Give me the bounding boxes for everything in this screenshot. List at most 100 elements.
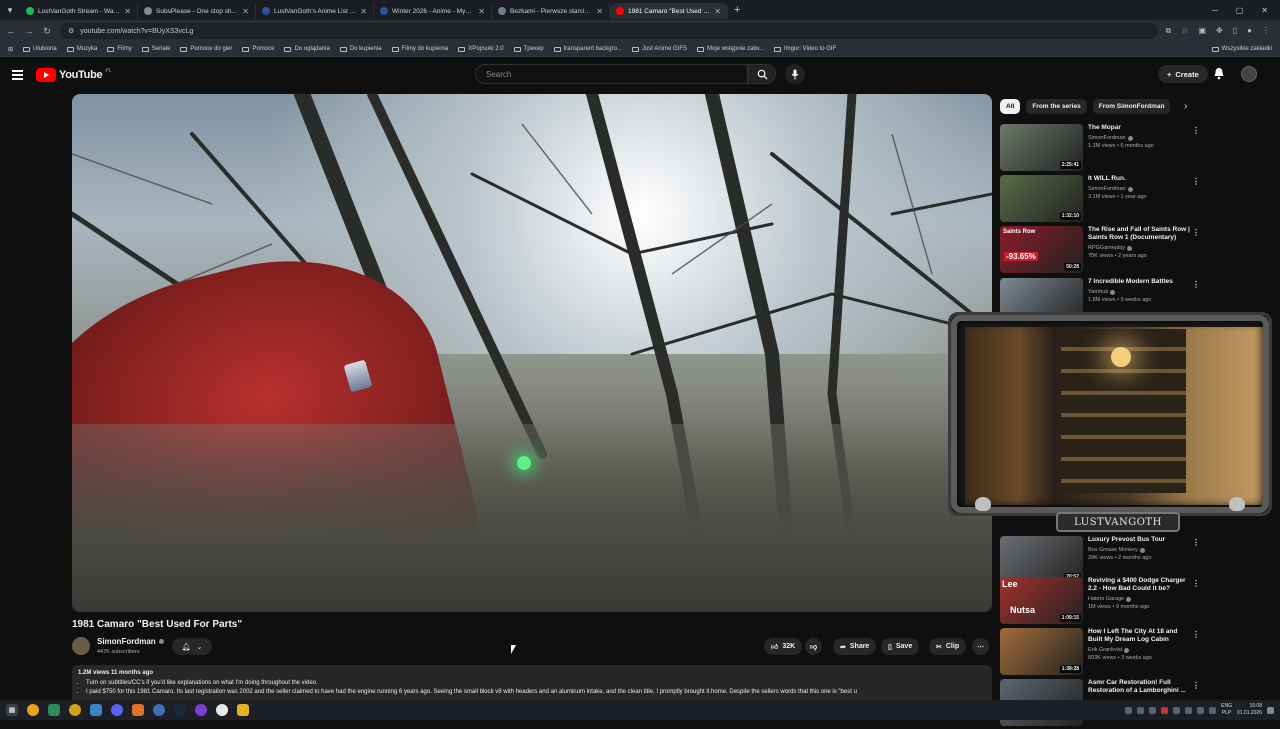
video-player[interactable] — [72, 94, 992, 612]
browser-tab[interactable]: SubsPlease - One stop shop fo ✕ — [138, 3, 256, 19]
channel-name[interactable]: Bus Grease Monkey — [1088, 547, 1192, 553]
video-thumbnail[interactable]: 2:25:41 — [1000, 124, 1083, 171]
windows-icon[interactable]: ▦ — [6, 704, 18, 716]
more-vertical-icon[interactable]: ⋮ — [1192, 177, 1200, 186]
video-description[interactable]: 1.2M views 11 months ago Turn on subtitl… — [72, 665, 992, 705]
obs-icon[interactable] — [195, 704, 207, 716]
recommended-video[interactable]: 1:38:28 How I Left The City At 18 and Bu… — [1000, 628, 1200, 678]
discord-icon[interactable] — [111, 704, 123, 716]
steam-icon[interactable] — [174, 704, 186, 716]
tray-icon[interactable] — [1161, 706, 1169, 714]
save-button[interactable]: ▯ Save — [881, 638, 920, 655]
channel-name[interactable]: Yarnhub — [1088, 289, 1192, 295]
filter-chip[interactable]: From the series — [1026, 99, 1087, 114]
maximize-icon[interactable]: ▢ — [1236, 6, 1244, 15]
bookmark-item[interactable]: Pomoce do gier — [180, 46, 232, 52]
app-green-icon[interactable] — [48, 704, 60, 716]
channel-name[interactable]: RPGGameplay — [1088, 245, 1192, 251]
channel-name[interactable]: Erik Grankvist — [1088, 647, 1192, 653]
forward-icon[interactable]: → — [24, 26, 34, 36]
video-thumbnail[interactable]: 1:32:10 — [1000, 175, 1083, 222]
voice-search-button[interactable] — [785, 64, 805, 84]
video-title[interactable]: It WILL Run. — [1088, 175, 1192, 183]
extension-icon[interactable]: ▣ — [1198, 26, 1206, 36]
channel-avatar[interactable] — [72, 637, 90, 655]
browser-tab[interactable]: LustVanGoth Stream - Watch L ✕ — [20, 3, 138, 19]
more-vertical-icon[interactable]: ⋮ — [1192, 538, 1200, 547]
back-icon[interactable]: ← — [6, 26, 16, 36]
browser-app-icon[interactable] — [153, 704, 165, 716]
app-blue-icon[interactable] — [90, 704, 102, 716]
channel-name[interactable]: SimonFordman — [1088, 186, 1192, 192]
minimize-icon[interactable]: ─ — [1212, 6, 1218, 15]
channel-name-link[interactable]: SimonFordman — [97, 637, 164, 646]
bookmark-item[interactable]: Pomoce — [242, 46, 274, 52]
close-window-icon[interactable]: ✕ — [1261, 6, 1268, 15]
bookmark-item[interactable]: Moje wstępnie zatw... — [696, 46, 764, 52]
more-actions-button[interactable]: ⋯ — [972, 638, 989, 655]
video-title[interactable]: Luxury Prevost Bus Tour — [1088, 536, 1192, 544]
new-tab-icon[interactable]: + — [734, 4, 740, 16]
close-tab-icon[interactable]: ✕ — [714, 7, 721, 16]
bookmark-item[interactable]: Ulubiona — [23, 46, 57, 52]
site-info-icon[interactable]: ⚙ — [68, 27, 74, 35]
filter-chip[interactable]: All — [1000, 99, 1021, 114]
account-avatar[interactable] — [1241, 66, 1257, 82]
tray-icon[interactable] — [1209, 706, 1217, 714]
video-title[interactable]: 7 Incredible Modern Battles — [1088, 278, 1192, 286]
notifications-icon[interactable] — [1213, 67, 1225, 85]
search-input[interactable]: Search — [475, 64, 748, 84]
browser-tab[interactable]: Winter 2026 - Anime - MyAnim ✕ — [374, 3, 492, 19]
bookmark-item[interactable]: Seriale — [141, 46, 170, 52]
bookmark-item[interactable]: XPopsuki 2.0 — [458, 46, 504, 52]
clip-button[interactable]: ✂ Clip — [929, 638, 967, 655]
like-button[interactable]: 👍︎ 32K — [764, 638, 803, 655]
video-title[interactable]: The Mopar — [1088, 124, 1192, 132]
more-vertical-icon[interactable]: ⋮ — [1192, 630, 1200, 639]
search-button[interactable] — [748, 64, 776, 84]
clock[interactable]: 16:08 01.01.2026 — [1237, 703, 1262, 717]
close-tab-icon[interactable]: ✕ — [124, 7, 131, 16]
tab-search-icon[interactable]: ▾ — [0, 0, 20, 20]
url-field[interactable]: ⚙ youtube.com/watch?v=BUyXS3vcLg — [60, 23, 1158, 39]
bookmark-item[interactable]: Filmy — [107, 46, 132, 52]
vlc-icon[interactable] — [132, 704, 144, 716]
subscription-bell-button[interactable]: 🔔︎ ⌄ — [172, 638, 212, 655]
browser-tab[interactable]: Bezkami - Pierwsze starcie / Th ✕ — [492, 3, 610, 19]
video-thumbnail[interactable]: 20:52 — [1000, 536, 1083, 583]
more-vertical-icon[interactable]: ⋮ — [1192, 126, 1200, 135]
recommended-video[interactable]: Lee Nutsa 1:09:15 Reviving a $400 Dodge C… — [1000, 577, 1200, 627]
bookmark-star-icon[interactable]: ☆ — [1181, 26, 1188, 36]
bookmark-item[interactable]: Do oglądania — [284, 46, 330, 52]
bookmark-item[interactable]: transparent backgro... — [553, 46, 622, 52]
recommended-video[interactable]: 1:32:10 It WILL Run. SimonFordman 3.1M v… — [1000, 175, 1200, 225]
tray-icon[interactable] — [1137, 706, 1145, 714]
more-vertical-icon[interactable]: ⋮ — [1192, 280, 1200, 289]
video-title[interactable]: The Rise and Fall of Saints Row | Saints… — [1088, 226, 1192, 242]
close-tab-icon[interactable]: ✕ — [242, 7, 249, 16]
youtube-logo[interactable]: YouTube PL — [36, 68, 111, 82]
video-title[interactable]: Reviving a $400 Dodge Charger 2.2 - How … — [1088, 577, 1192, 593]
tray-icon[interactable] — [1173, 706, 1181, 714]
more-vertical-icon[interactable]: ⋮ — [1192, 681, 1200, 690]
all-bookmarks[interactable]: Wszystkie zakładki — [1211, 46, 1272, 52]
video-thumbnail[interactable]: 1:38:28 — [1000, 628, 1083, 675]
app-yellow-icon[interactable] — [69, 704, 81, 716]
menu-icon[interactable] — [12, 70, 23, 82]
bookmark-item[interactable]: Filmy do kupienia — [391, 46, 448, 52]
profile-icon[interactable]: ● — [1247, 26, 1252, 36]
tray-icon[interactable] — [1125, 706, 1133, 714]
sidebar-icon[interactable]: ▯ — [1233, 26, 1237, 36]
bookmark-item[interactable]: Imgur: Video to GIF — [774, 46, 836, 52]
create-button[interactable]: + Create — [1158, 65, 1208, 83]
video-title[interactable]: Asmr Car Restoration! Full Restoration o… — [1088, 679, 1192, 695]
chevron-right-icon[interactable]: › — [1184, 101, 1187, 112]
puzzle-icon[interactable]: ✥ — [1216, 26, 1223, 36]
filter-chip[interactable]: From SimonFordman — [1092, 99, 1171, 114]
share-button[interactable]: ➦ Share — [833, 638, 877, 655]
close-tab-icon[interactable]: ✕ — [478, 7, 485, 16]
notification-center-icon[interactable] — [1267, 706, 1274, 714]
browser-menu-icon[interactable]: ⋮ — [1262, 26, 1270, 36]
video-thumbnail[interactable]: Saints Row -93.65% 50:28 — [1000, 226, 1083, 273]
reload-icon[interactable]: ↻ — [42, 26, 52, 37]
